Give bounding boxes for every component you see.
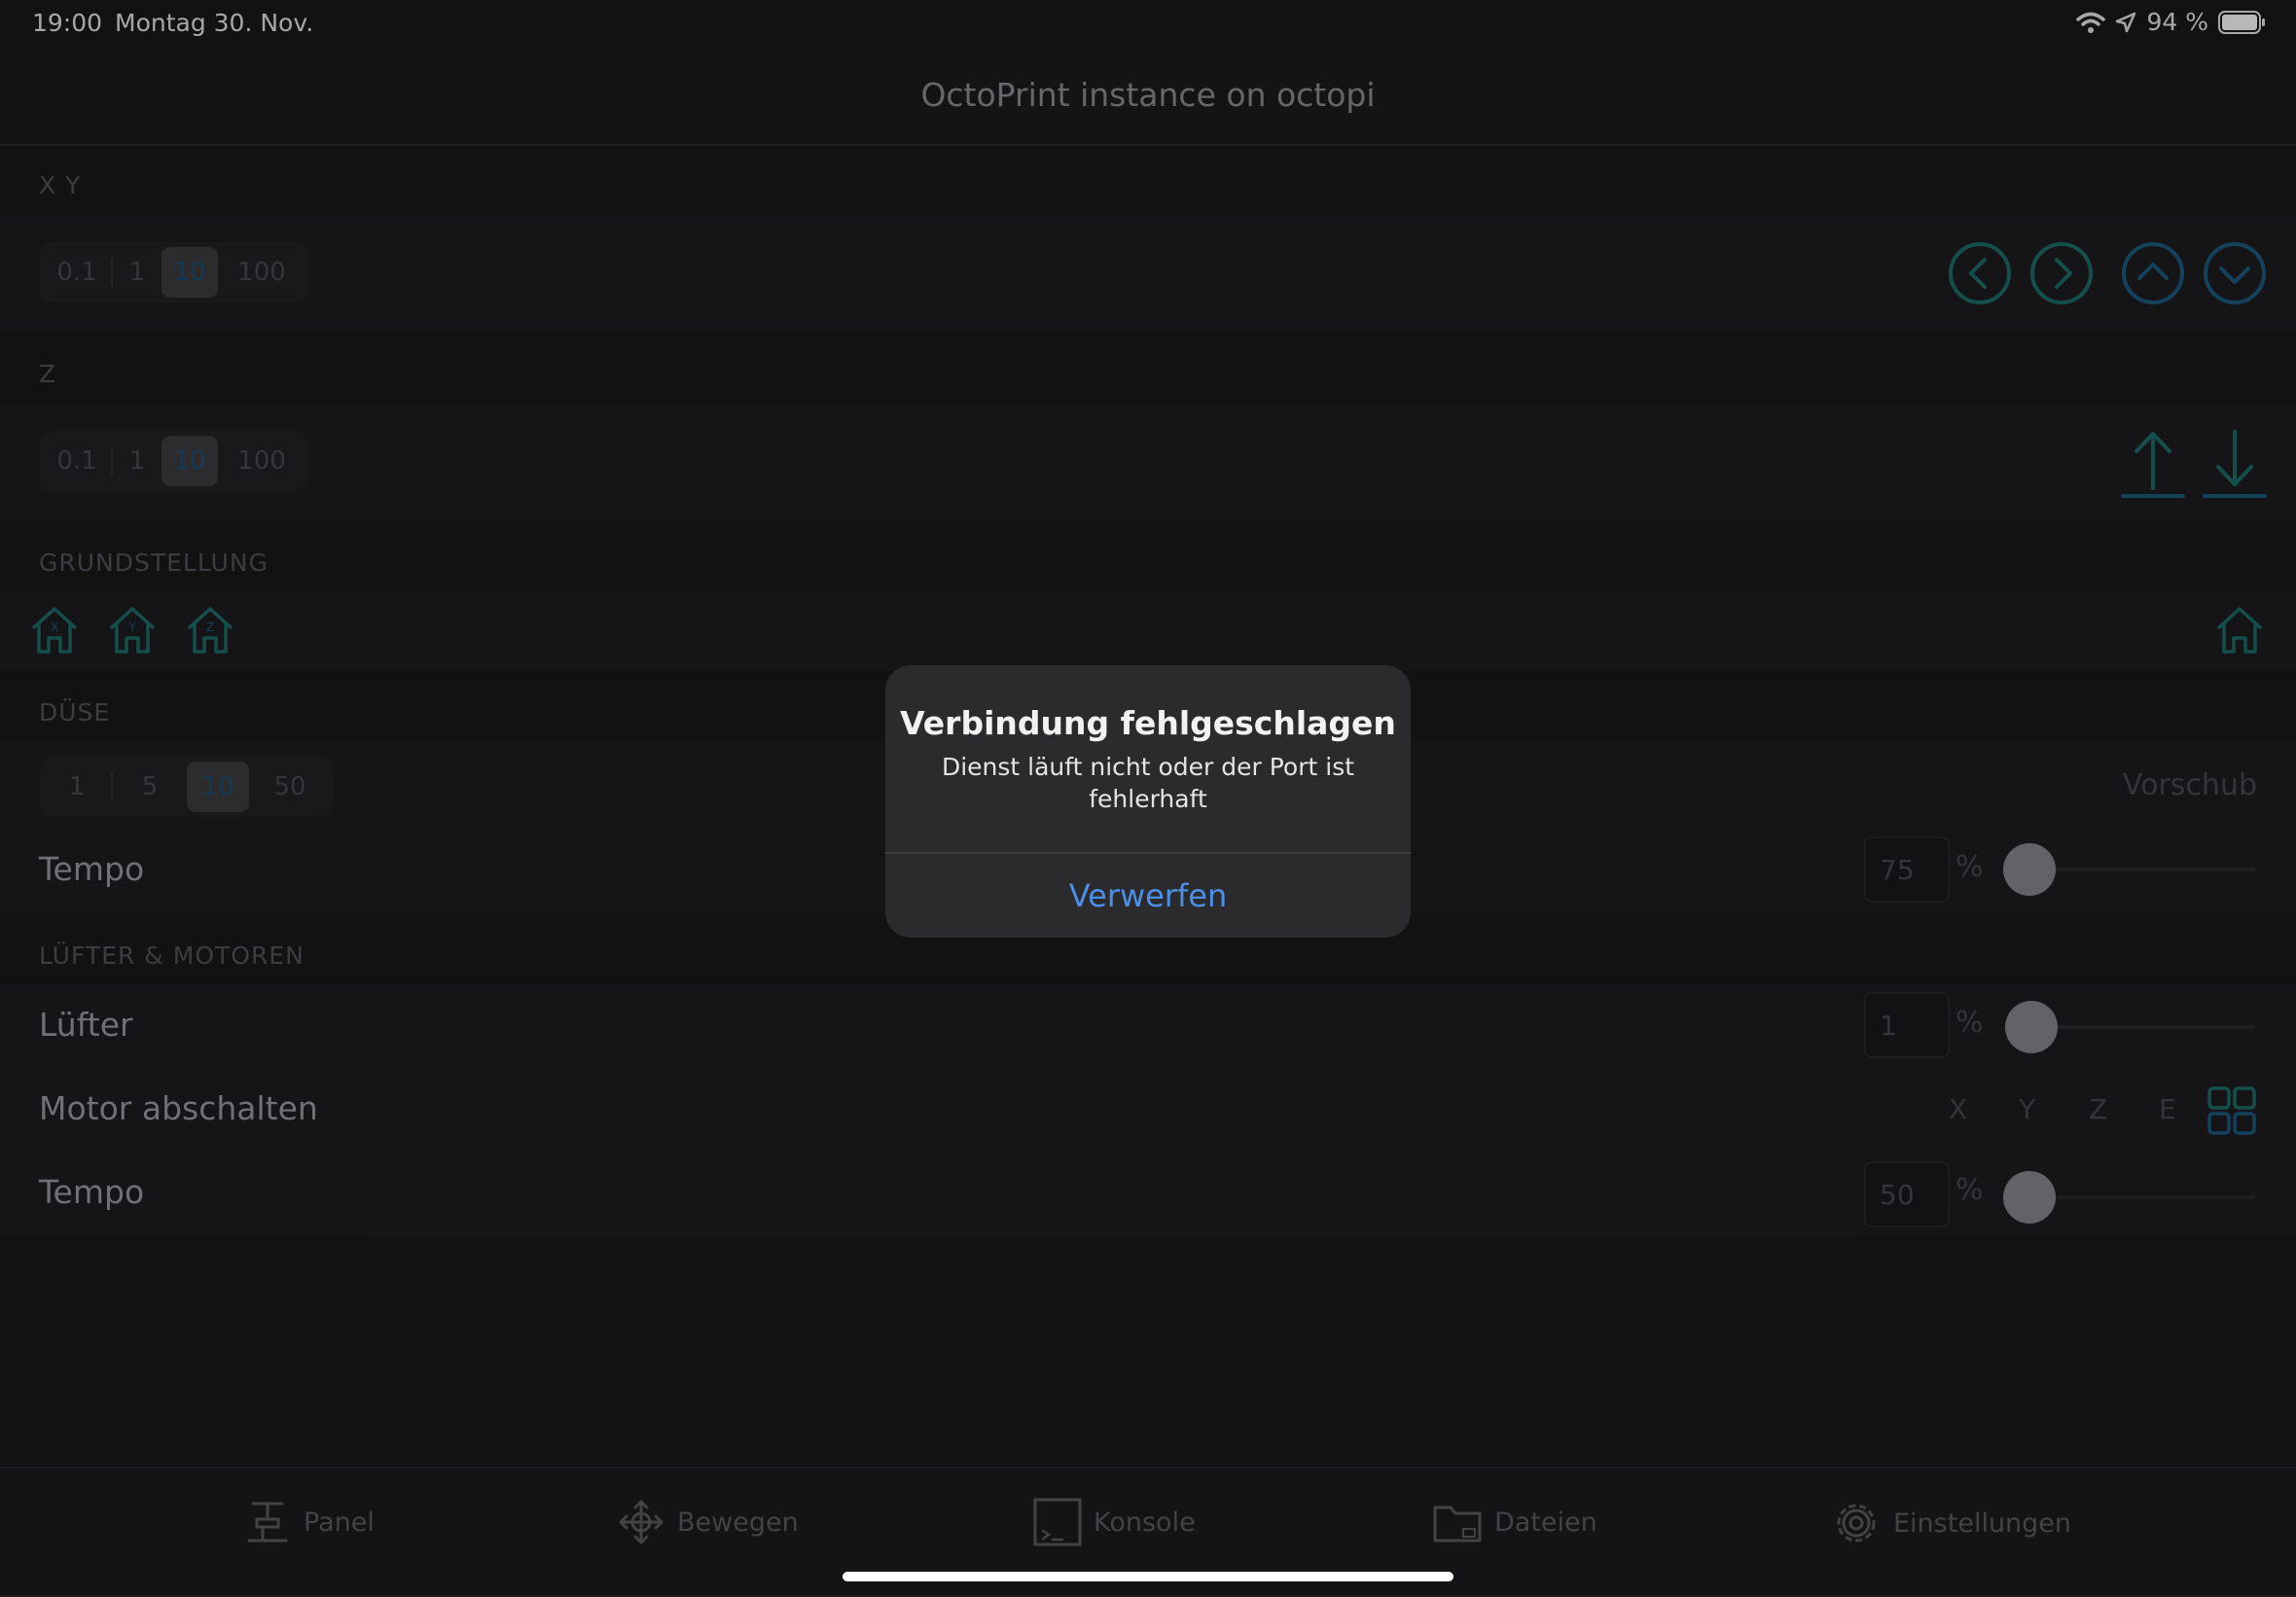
dismiss-button[interactable]: Verwerfen [885,854,1411,938]
tab-panel-label: Panel [304,1507,375,1538]
z-cell: 0.1 1 10 100 [0,403,2296,519]
tab-files[interactable]: Dateien [1432,1498,1597,1546]
fan-slider-thumb[interactable] [2005,1001,2058,1053]
fans-cell: Lüfter 1 % Motor abschalten X Y Z E Temp… [0,984,2296,1237]
section-header-nozzle: DÜSE [39,698,111,727]
alert-message: Dienst läuft nicht oder der Port ist feh… [941,753,1355,813]
terminal-icon [1033,1498,1082,1546]
motor-tempo-percent: % [1955,1173,1984,1207]
xy-step-2[interactable]: 10 [161,247,218,298]
nozzle-speed-label: Tempo [39,850,145,888]
z-step-1[interactable]: 1 [113,436,161,486]
wifi-icon [2076,12,2106,33]
nozzle-step-0[interactable]: 1 [43,762,111,812]
z-step-2[interactable]: 10 [161,436,218,486]
xy-step-1[interactable]: 1 [113,247,161,298]
navigation-bar: OctoPrint instance on octopi [0,47,2296,146]
z-step-0[interactable]: 0.1 [43,436,111,486]
tab-settings[interactable]: Einstellungen [1831,1498,2071,1548]
motor-off-label: Motor abschalten [39,1089,318,1127]
nozzle-step-3[interactable]: 50 [249,762,331,812]
fan-percent: % [1955,1006,1984,1040]
tab-settings-label: Einstellungen [1893,1508,2072,1539]
z-up-icon[interactable] [2119,426,2187,500]
motor-off-e[interactable]: E [2159,1093,2176,1125]
connection-failed-alert: Verbindung fehlgeschlagen Dienst läuft n… [885,665,1411,938]
status-bar: 19:00 Montag 30. Nov. 94 % [0,0,2296,47]
home-x-label: X [51,621,58,634]
tab-panel[interactable]: Panel [243,1498,375,1546]
motor-off-y[interactable]: Y [2019,1093,2035,1125]
nozzle-speed-input[interactable]: 75 [1864,836,1950,903]
home-y-icon[interactable]: Y [107,605,158,656]
move-arrows-icon [619,1500,664,1544]
tab-console-label: Konsole [1094,1507,1196,1538]
tab-console[interactable]: Konsole [1033,1498,1196,1546]
nozzle-step-1[interactable]: 5 [113,762,187,812]
move-up-icon[interactable] [2121,241,2185,305]
motor-tempo-input[interactable]: 50 [1864,1161,1950,1227]
home-z-label: Z [206,621,214,634]
home-indicator[interactable] [843,1572,1453,1581]
section-header-home: GRUNDSTELLUNG [39,549,269,577]
tab-move[interactable]: Bewegen [617,1498,799,1546]
xy-step-selector[interactable]: 0.1 1 10 100 [39,242,307,302]
battery-percent: 94 % [2146,8,2208,36]
home-all-icon[interactable] [2214,605,2265,656]
tab-move-label: Bewegen [677,1507,799,1538]
tab-files-label: Dateien [1494,1507,1597,1538]
z-step-3[interactable]: 100 [218,436,305,486]
battery-icon [2218,10,2265,34]
home-cell: X Y Z [0,591,2296,671]
printer-icon [247,1502,288,1543]
nozzle-step-2[interactable]: 10 [187,762,249,812]
home-z-icon[interactable]: Z [185,605,235,656]
alert-title: Verbindung fehlgeschlagen [900,704,1396,742]
xy-step-3[interactable]: 100 [218,247,305,298]
fan-label: Lüfter [39,1006,133,1044]
home-y-label: Y [127,621,136,634]
move-left-icon[interactable] [1948,241,2012,305]
motor-off-x[interactable]: X [1949,1093,1967,1125]
motor-off-z[interactable]: Z [2089,1093,2107,1125]
gear-icon [1837,1504,1876,1543]
section-header-xy: X Y [39,171,82,199]
move-right-icon[interactable] [2029,241,2094,305]
folder-icon [1433,1506,1482,1543]
xy-step-0[interactable]: 0.1 [43,247,111,298]
move-down-icon[interactable] [2203,241,2267,305]
home-x-icon[interactable]: X [29,605,80,656]
z-down-icon[interactable] [2201,426,2269,500]
feed-button[interactable]: Vorschub [2123,768,2257,802]
section-header-fans: LÜFTER & MOTOREN [39,941,305,970]
motor-tempo-label: Tempo [39,1173,145,1211]
location-arrow-icon [2116,12,2136,32]
motor-tempo-slider-thumb[interactable] [2003,1171,2056,1224]
page-title: OctoPrint instance on octopi [920,76,1376,114]
z-step-selector[interactable]: 0.1 1 10 100 [39,431,307,491]
status-date: Montag 30. Nov. [115,9,314,37]
nozzle-speed-percent: % [1955,850,1984,884]
motor-off-all-icon[interactable] [2206,1085,2257,1136]
xy-cell: 0.1 1 10 100 [0,214,2296,331]
section-header-z: Z [39,360,57,388]
nozzle-step-selector[interactable]: 1 5 10 50 [39,757,333,817]
status-time: 19:00 [32,9,103,37]
fan-input[interactable]: 1 [1864,992,1950,1058]
nozzle-speed-slider-thumb[interactable] [2003,843,2056,896]
